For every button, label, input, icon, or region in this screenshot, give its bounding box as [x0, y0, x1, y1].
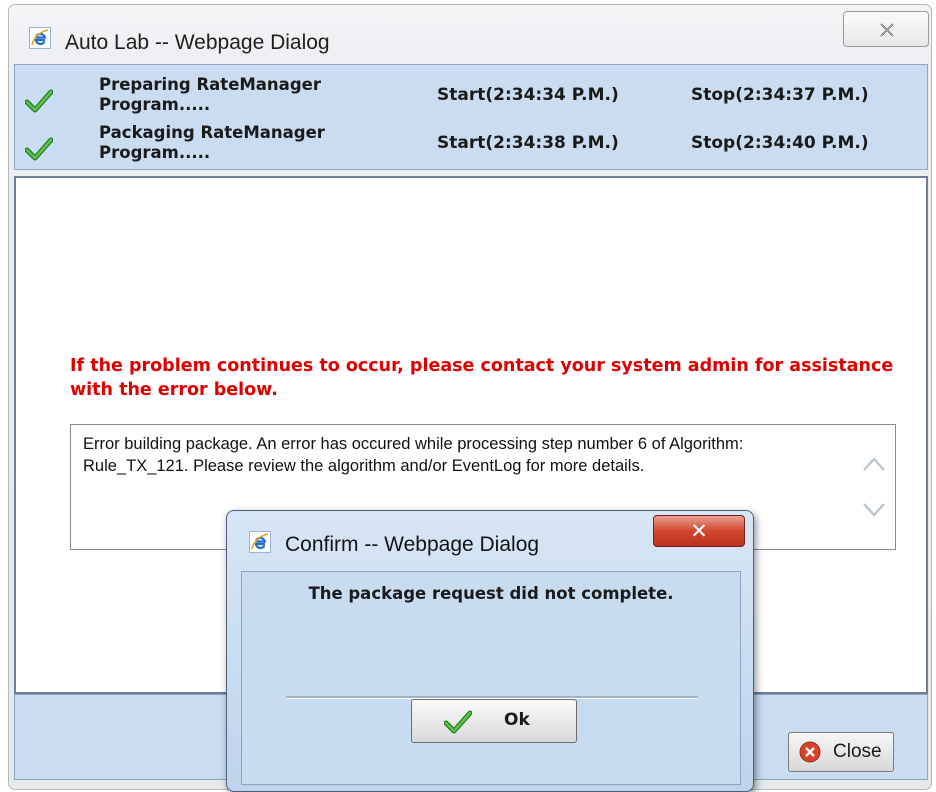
status-row: Preparing RateManager Program..... Start…	[15, 75, 927, 123]
error-detail-text: Error building package. An error has occ…	[83, 435, 744, 475]
status-row: Packaging RateManager Program..... Start…	[15, 123, 927, 171]
green-check-icon	[444, 710, 472, 734]
scroll-up-icon[interactable]	[861, 455, 887, 473]
red-circle-x-icon	[799, 741, 821, 763]
confirm-dialog-title: Confirm -- Webpage Dialog	[285, 533, 540, 556]
step-start-time: Start(2:34:38 P.M.)	[437, 133, 619, 153]
internet-explorer-icon	[29, 27, 51, 49]
confirm-message: The package request did not complete.	[308, 584, 674, 603]
ok-button-label: Ok	[504, 710, 530, 730]
step-stop-time: Stop(2:34:37 P.M.)	[691, 85, 869, 105]
window-close-button[interactable]	[843, 11, 929, 47]
internet-explorer-icon	[249, 531, 271, 553]
step-label: Preparing RateManager Program.....	[99, 75, 321, 114]
step-label: Packaging RateManager Program.....	[99, 123, 325, 162]
close-icon	[880, 23, 894, 37]
dialog-title: Auto Lab -- Webpage Dialog	[65, 31, 330, 54]
confirm-close-button[interactable]: ✕	[653, 515, 745, 547]
green-check-icon	[25, 137, 53, 161]
close-icon: ✕	[690, 519, 708, 543]
step-start-time: Start(2:34:34 P.M.)	[437, 85, 619, 105]
error-headline: If the problem continues to occur, pleas…	[70, 356, 894, 400]
close-button-label: Close	[833, 741, 882, 762]
green-check-icon	[25, 89, 53, 113]
step-stop-time: Stop(2:34:40 P.M.)	[691, 133, 869, 153]
ok-button[interactable]: Ok	[411, 699, 577, 743]
confirm-body: The package request did not complete.	[241, 571, 741, 785]
progress-status-panel: Preparing RateManager Program..... Start…	[14, 64, 928, 170]
scroll-down-icon[interactable]	[861, 501, 887, 519]
confirm-dialog: Confirm -- Webpage Dialog ✕ The package …	[226, 510, 754, 792]
close-button[interactable]: Close	[788, 732, 894, 772]
